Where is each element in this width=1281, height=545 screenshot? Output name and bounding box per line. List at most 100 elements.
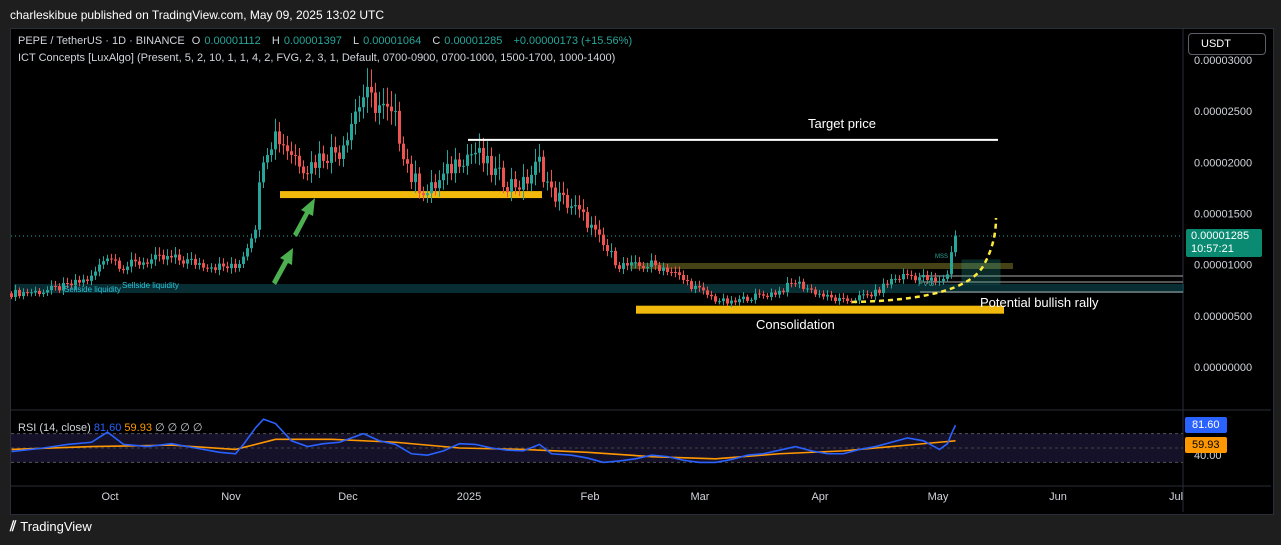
candle-body <box>46 290 49 293</box>
candle-body <box>134 259 137 262</box>
candle-body <box>382 103 385 106</box>
candle-body <box>634 262 637 264</box>
candle-body <box>670 271 673 273</box>
sellside-label: Sellside liquidity <box>122 281 179 290</box>
candle-body <box>910 275 913 277</box>
candle-body <box>562 192 565 195</box>
candle-body <box>490 155 493 176</box>
candle-body <box>642 265 645 269</box>
candle-body <box>42 292 45 295</box>
candle-body <box>190 258 193 260</box>
candle-body <box>222 263 225 267</box>
indicator-legend[interactable]: ICT Concepts [LuxAlgo] (Present, 5, 2, 1… <box>18 52 615 64</box>
candle-body <box>170 255 173 258</box>
candle-body <box>26 292 29 294</box>
candle-body <box>462 165 465 167</box>
candle-body <box>290 151 293 155</box>
candle-body <box>102 261 105 265</box>
time-tick-label: Oct <box>101 491 118 503</box>
candle-body <box>890 278 893 285</box>
consolidation-zone <box>636 305 1004 314</box>
candle-body <box>14 289 17 298</box>
candle-body <box>94 271 97 276</box>
candle-body <box>158 254 161 256</box>
candle-body <box>510 179 513 192</box>
candle-body <box>662 267 665 271</box>
candle-body <box>342 145 345 159</box>
candle-body <box>38 290 41 295</box>
time-tick-label: Nov <box>221 491 241 503</box>
candle-body <box>254 229 257 239</box>
rsi-value: 81.60 <box>93 422 122 434</box>
candle-body <box>246 248 249 257</box>
candle-body <box>178 254 181 261</box>
candle-body <box>110 258 113 260</box>
candle-body <box>830 294 833 298</box>
candle-body <box>946 274 949 279</box>
candle-body <box>826 294 829 297</box>
change-value: +0.00000173 (+15.56%) <box>513 35 633 47</box>
candle-body <box>430 182 433 194</box>
candle-body <box>542 156 545 182</box>
candle-body <box>354 111 357 124</box>
candle-body <box>622 263 625 269</box>
time-tick-label: Jun <box>1049 491 1067 503</box>
candle-body <box>410 163 413 183</box>
candle-body <box>334 147 337 153</box>
candle-body <box>146 262 149 264</box>
currency-button[interactable]: USDT <box>1188 33 1266 55</box>
candle-body <box>270 149 273 156</box>
candle-body <box>790 282 793 284</box>
time-tick-label: Mar <box>691 491 710 503</box>
candle-body <box>954 235 957 253</box>
candle-body <box>698 285 701 288</box>
fvg-label: FVG <box>918 279 934 288</box>
candle-body <box>742 296 745 300</box>
candle-body <box>598 229 601 235</box>
candle-body <box>322 153 325 161</box>
candle-body <box>486 155 489 164</box>
candle-body <box>258 182 261 230</box>
candle-body <box>682 274 685 280</box>
candle-body <box>242 256 245 264</box>
rsi-legend[interactable]: RSI (14, close) 81.60 59.93 ∅ ∅ ∅ ∅ <box>18 421 203 434</box>
candle-body <box>138 261 141 265</box>
time-tick-label: Feb <box>581 491 600 503</box>
candle-body <box>750 299 753 301</box>
candle-body <box>782 290 785 293</box>
candle-body <box>302 166 305 174</box>
candle-body <box>182 260 185 264</box>
time-tick-label: 2025 <box>457 491 481 503</box>
high-label: H 0.00001397 <box>272 35 346 47</box>
candle-body <box>30 292 33 294</box>
candle-body <box>842 297 845 299</box>
candle-body <box>702 287 705 291</box>
price-chart[interactable]: 0.00003000 0.00002500 0.00002000 0.00001500… <box>0 0 1281 545</box>
candle-body <box>186 259 189 264</box>
candle-body <box>818 293 821 295</box>
candle-body <box>602 234 605 246</box>
footer-brand: TradingView <box>20 519 92 534</box>
candle-body <box>390 106 393 112</box>
candle-body <box>718 301 721 303</box>
candle-body <box>386 103 389 107</box>
candle-body <box>582 209 585 213</box>
candle-body <box>262 162 265 183</box>
candle-body <box>398 110 401 144</box>
bar-countdown: 10:57:21 <box>1191 243 1234 255</box>
candle-body <box>950 252 953 275</box>
mss-label: MSS <box>935 254 948 260</box>
candle-body <box>566 194 569 208</box>
candle-body <box>546 181 549 183</box>
candle-body <box>886 283 889 285</box>
candle-body <box>374 92 377 113</box>
low-value: 0.00001064 <box>363 35 422 47</box>
tradingview-footer[interactable]: ⫽ TradingView <box>10 518 92 535</box>
candle-body <box>570 206 573 208</box>
candle-body <box>858 295 861 301</box>
candle-body <box>362 97 365 108</box>
time-tick-label: May <box>928 491 949 503</box>
candle-body <box>154 254 157 260</box>
candle-body <box>606 245 609 252</box>
candle-body <box>874 289 877 297</box>
